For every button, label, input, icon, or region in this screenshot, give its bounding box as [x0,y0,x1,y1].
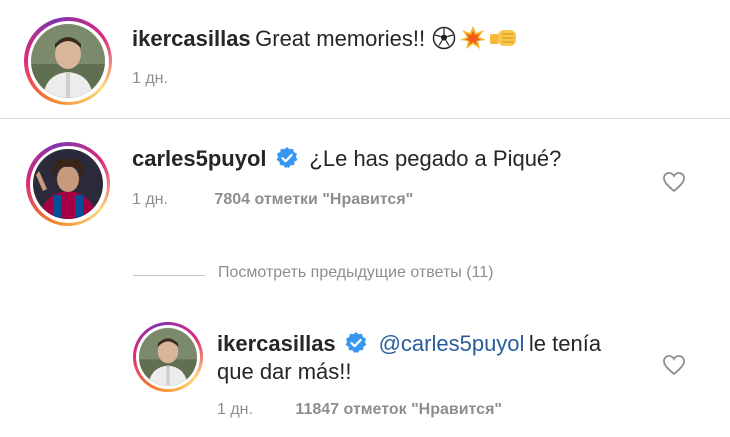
reply-likes[interactable]: 11847 отметок "Нравится" [295,401,502,418]
avatar-ikercasillas-reply[interactable] [133,322,203,392]
heart-icon[interactable] [662,354,686,381]
reply-mention[interactable]: @carles5puyol [379,331,525,356]
soccer-ball-icon [432,26,456,55]
fist-bump-icon [490,26,518,55]
comment-text: ¿Le has pegado a Piqué? [309,146,562,171]
verified-badge-icon [344,331,368,360]
comment-username[interactable]: carles5puyol [132,146,267,171]
verified-badge-icon [275,146,299,175]
comment-time: 1 дн. [132,191,168,208]
comment-meta: 1 дн. 7804 отметки "Нравится" [132,191,413,209]
reply-text-line2: que dar más!! [217,359,352,384]
replies-divider [133,275,205,276]
caption-username[interactable]: ikercasillas [132,26,251,51]
comment-likes[interactable]: 7804 отметки "Нравится" [214,191,413,208]
heart-icon[interactable] [662,171,686,198]
caption-time: 1 дн. [132,70,168,87]
reply-meta: 1 дн. 11847 отметок "Нравится" [217,401,502,419]
caption-line: ikercasillas Great memories!! [132,26,518,55]
reply-username[interactable]: ikercasillas [217,331,336,356]
reply-line: ikercasillas @carles5puyol le tenía [217,331,601,360]
avatar-photo-icon [139,328,197,386]
reply-text-line1: le tenía [528,331,602,356]
avatar-photo-icon [33,149,103,219]
avatar-ikercasillas[interactable] [24,17,112,105]
reply-time: 1 дн. [217,401,253,418]
collision-icon [459,26,486,55]
avatar-carles5puyol[interactable] [26,142,110,226]
avatar-photo-icon [31,24,105,98]
divider [0,118,730,119]
view-previous-replies[interactable]: Посмотреть предыдущие ответы (11) [218,264,493,282]
caption-text: Great memories!! [255,26,426,51]
comment-line: carles5puyol ¿Le has pegado a Piqué? [132,146,561,175]
caption-block: ikercasillas Great memories!! 1 дн. [0,0,730,118]
